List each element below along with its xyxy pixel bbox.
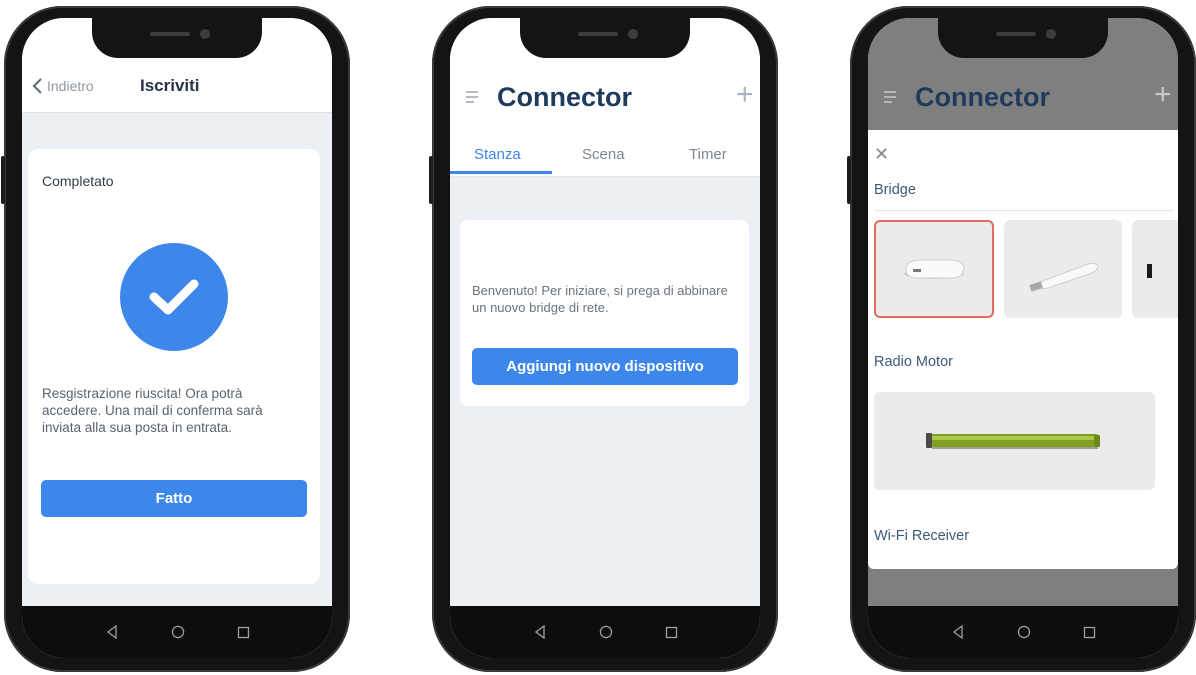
side-button bbox=[847, 156, 851, 204]
check-icon bbox=[149, 279, 199, 315]
bridge-option-3[interactable] bbox=[1132, 220, 1178, 318]
active-tab-indicator bbox=[450, 171, 552, 174]
recents-square-icon[interactable] bbox=[237, 626, 250, 639]
tab-timer[interactable]: Timer bbox=[689, 146, 727, 163]
section-radio-motor-label: Radio Motor bbox=[874, 354, 953, 370]
back-triangle-icon[interactable] bbox=[533, 625, 547, 639]
back-triangle-icon[interactable] bbox=[105, 625, 119, 639]
close-icon[interactable]: ✕ bbox=[874, 144, 889, 165]
back-triangle-icon[interactable] bbox=[951, 625, 965, 639]
side-button bbox=[1, 156, 5, 204]
back-label: Indietro bbox=[47, 78, 94, 94]
notch bbox=[92, 18, 262, 58]
bridge-device-image bbox=[1147, 264, 1152, 278]
done-button[interactable]: Fatto bbox=[41, 480, 307, 517]
tab-scena[interactable]: Scena bbox=[582, 146, 625, 163]
card-heading: Completato bbox=[42, 173, 114, 189]
bridge-option-2[interactable] bbox=[1004, 220, 1122, 318]
screen: Connector + ✕ Bridge Radio Motor Wi-Fi R… bbox=[868, 18, 1178, 658]
tubular-motor-image bbox=[926, 433, 1100, 449]
chevron-left-icon bbox=[32, 78, 42, 94]
plus-icon: + bbox=[1154, 78, 1172, 111]
home-circle-icon[interactable] bbox=[1017, 625, 1031, 639]
bridge-device-image bbox=[904, 259, 965, 279]
phone-signup-complete: Indietro Iscriviti Completato Resgistraz… bbox=[1, 6, 350, 672]
app-title: Connector bbox=[915, 82, 1050, 112]
add-device-button[interactable]: Aggiungi nuovo dispositivo bbox=[472, 348, 738, 385]
home-circle-icon[interactable] bbox=[171, 625, 185, 639]
success-message: Resgistrazione riuscita! Ora potrà acced… bbox=[42, 386, 263, 435]
device-type-sheet: ✕ Bridge Radio Motor Wi-Fi Receiver bbox=[868, 130, 1178, 569]
app-title: Connector bbox=[497, 82, 632, 112]
system-nav-bar bbox=[22, 606, 332, 658]
section-wifi-receiver-label: Wi-Fi Receiver bbox=[874, 528, 970, 544]
system-nav-bar bbox=[868, 606, 1178, 658]
bridge-option-1[interactable] bbox=[874, 220, 994, 318]
notch bbox=[520, 18, 690, 58]
success-circle bbox=[120, 243, 228, 351]
page-title: Iscriviti bbox=[140, 76, 200, 95]
recents-square-icon[interactable] bbox=[665, 626, 678, 639]
menu-icon bbox=[884, 91, 896, 103]
radio-motor-option[interactable] bbox=[874, 392, 1155, 490]
system-nav-bar bbox=[450, 606, 760, 658]
welcome-card: Benvenuto! Per iniziare, si prega di abb… bbox=[460, 220, 749, 406]
completion-card: Completato Resgistrazione riuscita! Ora … bbox=[28, 149, 320, 584]
home-circle-icon[interactable] bbox=[599, 625, 613, 639]
back-button[interactable]: Indietro bbox=[32, 78, 94, 94]
divider bbox=[874, 210, 1174, 211]
screen: Connector + Stanza Scena Timer Benvenuto… bbox=[450, 18, 760, 658]
side-button bbox=[429, 156, 433, 204]
section-bridge-label: Bridge bbox=[874, 182, 916, 198]
plus-icon[interactable]: + bbox=[736, 80, 760, 110]
tab-stanza[interactable]: Stanza bbox=[474, 146, 521, 163]
phone-add-device-sheet: Connector + ✕ Bridge Radio Motor Wi-Fi R… bbox=[847, 6, 1196, 672]
screen: Indietro Iscriviti Completato Resgistraz… bbox=[22, 18, 332, 658]
bridge-usb-image bbox=[1029, 262, 1099, 292]
phone-connector-home: Connector + Stanza Scena Timer Benvenuto… bbox=[429, 6, 778, 672]
notch bbox=[938, 18, 1108, 58]
welcome-message: Benvenuto! Per iniziare, si prega di abb… bbox=[472, 283, 728, 315]
menu-icon[interactable] bbox=[465, 90, 479, 104]
recents-square-icon[interactable] bbox=[1083, 626, 1096, 639]
